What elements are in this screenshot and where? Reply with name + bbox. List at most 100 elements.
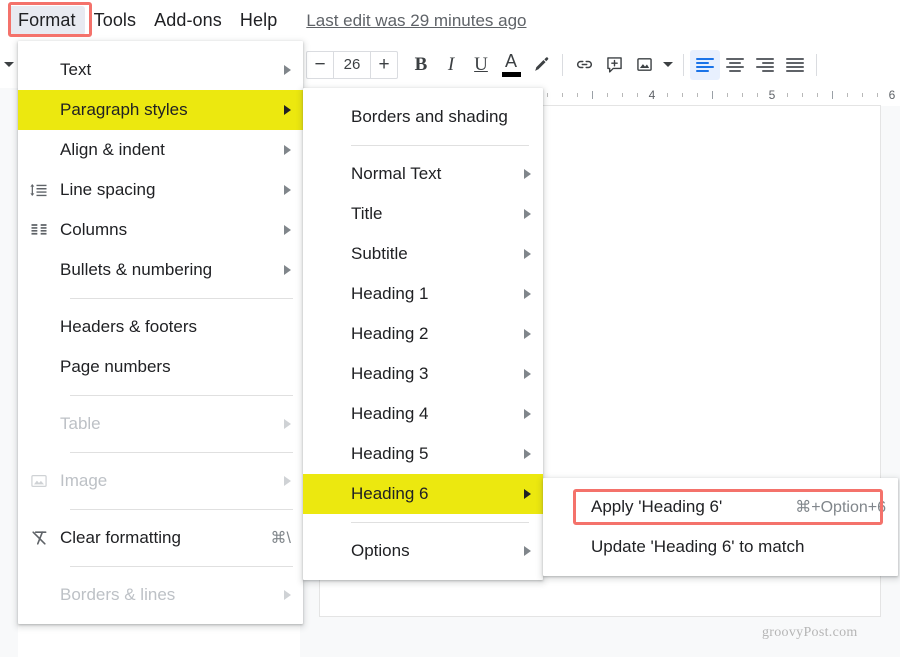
menu-item-help[interactable]: Help: [231, 6, 286, 35]
highlighter-pen-icon: [535, 56, 549, 71]
paragraph-style-item-options[interactable]: Options: [303, 531, 543, 571]
text-color-swatch: [501, 72, 521, 77]
menu-item-label: Columns: [60, 220, 128, 239]
paragraph-style-item-heading-6[interactable]: Heading 6: [303, 474, 543, 514]
insert-link-button[interactable]: [569, 50, 599, 80]
menu-item-format[interactable]: Format: [9, 6, 85, 35]
paragraph-style-item-subtitle[interactable]: Subtitle: [303, 234, 543, 274]
ruler-tick: [577, 93, 578, 97]
font-size-increase-button[interactable]: +: [371, 52, 397, 78]
format-menu-item-line-spacing[interactable]: Line spacing: [18, 170, 303, 210]
format-menu-item-paragraph-styles[interactable]: Paragraph styles: [18, 90, 303, 130]
submenu-arrow-icon: [524, 169, 531, 179]
paragraph-style-item-borders-and-shading[interactable]: Borders and shading: [303, 97, 543, 137]
paragraph-style-item-heading-2[interactable]: Heading 2: [303, 314, 543, 354]
ruler-tick: [607, 93, 608, 97]
submenu-arrow-icon: [284, 419, 291, 429]
submenu-arrow-icon: [284, 105, 291, 115]
submenu-arrow-icon: [524, 546, 531, 556]
submenu-arrow-icon: [524, 289, 531, 299]
menu-separator: [70, 509, 293, 510]
submenu-arrow-icon: [284, 476, 291, 486]
format-menu-item-bullets-numbering[interactable]: Bullets & numbering: [18, 250, 303, 290]
chevron-down-icon: [663, 62, 673, 67]
last-edit-status[interactable]: Last edit was 29 minutes ago: [306, 11, 526, 31]
align-justify-icon: [786, 57, 804, 72]
format-menu-item-align-indent[interactable]: Align & indent: [18, 130, 303, 170]
align-left-button[interactable]: [690, 49, 720, 80]
ruler-number: 6: [888, 88, 896, 102]
toolbar-overflow-remnant[interactable]: [0, 41, 18, 88]
insert-image-icon: [636, 58, 652, 71]
toolbar-divider-1: [562, 53, 563, 76]
canvas-left-strip: [0, 88, 18, 657]
menu-item-shortcut: ⌘+Option+6: [795, 499, 886, 516]
ruler-tick: [682, 93, 683, 97]
format-menu-item-clear-formatting[interactable]: Clear formatting ⌘\: [18, 518, 303, 558]
format-menu-item-page-numbers[interactable]: Page numbers: [18, 347, 303, 387]
ruler-tick: [817, 93, 818, 97]
text-color-button[interactable]: A: [496, 50, 526, 80]
menu-item-label: Clear formatting: [60, 528, 181, 547]
font-size-stepper[interactable]: − 26 +: [306, 50, 398, 79]
paragraph-style-item-heading-3[interactable]: Heading 3: [303, 354, 543, 394]
ruler-tick: [592, 91, 593, 99]
heading6-item-update-heading-6-to-match[interactable]: Update 'Heading 6' to match: [543, 527, 898, 567]
submenu-arrow-icon: [284, 185, 291, 195]
ruler-tick: [712, 91, 713, 99]
format-dropdown-menu: Text Paragraph styles Align & indent Line s…: [18, 41, 303, 624]
menu-separator: [70, 452, 293, 453]
menu-item-label: Title: [351, 204, 383, 223]
bold-button[interactable]: B: [406, 50, 436, 80]
align-center-icon: [726, 57, 744, 72]
submenu-arrow-icon: [524, 209, 531, 219]
paragraph-style-item-heading-5[interactable]: Heading 5: [303, 434, 543, 474]
submenu-arrow-icon: [524, 489, 531, 499]
ruler-tick: [742, 93, 743, 97]
align-center-button[interactable]: [720, 50, 750, 80]
menu-item-icon-slot: [18, 180, 60, 200]
menu-item-label: Borders and shading: [351, 107, 508, 126]
menu-item-tools[interactable]: Tools: [85, 6, 146, 35]
menu-item-add-ons[interactable]: Add-ons: [145, 6, 231, 35]
formatting-toolbar: − 26 + B I U A: [300, 41, 900, 88]
menu-item-label: Options: [351, 541, 410, 560]
submenu-arrow-icon: [524, 409, 531, 419]
highlight-color-button[interactable]: [526, 50, 556, 80]
submenu-arrow-icon: [524, 249, 531, 259]
format-menu-item-text[interactable]: Text: [18, 50, 303, 90]
link-icon: [576, 60, 592, 69]
paragraph-style-item-heading-1[interactable]: Heading 1: [303, 274, 543, 314]
format-menu-item-headers-footers[interactable]: Headers & footers: [18, 307, 303, 347]
ruler-tick: [757, 93, 758, 97]
menu-item-label: Text: [60, 60, 92, 79]
italic-button[interactable]: I: [436, 50, 466, 80]
ruler-tick: [727, 93, 728, 97]
align-justify-button[interactable]: [780, 50, 810, 80]
add-comment-icon: [606, 57, 622, 73]
menu-separator: [70, 566, 293, 567]
paragraph-style-item-normal-text[interactable]: Normal Text: [303, 154, 543, 194]
font-size-decrease-button[interactable]: −: [307, 52, 333, 78]
format-menu-item-columns[interactable]: Columns: [18, 210, 303, 250]
submenu-arrow-icon: [284, 265, 291, 275]
underline-button[interactable]: U: [466, 50, 496, 80]
submenu-arrow-icon: [524, 329, 531, 339]
paragraph-style-item-heading-4[interactable]: Heading 4: [303, 394, 543, 434]
heading6-item-apply-heading-6[interactable]: Apply 'Heading 6' ⌘+Option+6: [543, 487, 898, 527]
align-right-button[interactable]: [750, 50, 780, 80]
insert-image-dropdown-button[interactable]: [659, 50, 677, 80]
chevron-down-icon: [4, 62, 14, 67]
toolbar-divider-2: [683, 53, 684, 76]
add-comment-button[interactable]: [599, 50, 629, 80]
font-size-value[interactable]: 26: [333, 51, 371, 78]
ruler-tick: [802, 93, 803, 97]
menu-separator: [70, 395, 293, 396]
format-menu-item-table: Table: [18, 404, 303, 444]
menu-item-label: Paragraph styles: [60, 100, 188, 119]
menu-item-icon-slot: [18, 220, 60, 240]
text-color-letter: A: [504, 51, 517, 71]
insert-image-button[interactable]: [629, 50, 659, 80]
columns-icon: [31, 224, 47, 235]
paragraph-style-item-title[interactable]: Title: [303, 194, 543, 234]
